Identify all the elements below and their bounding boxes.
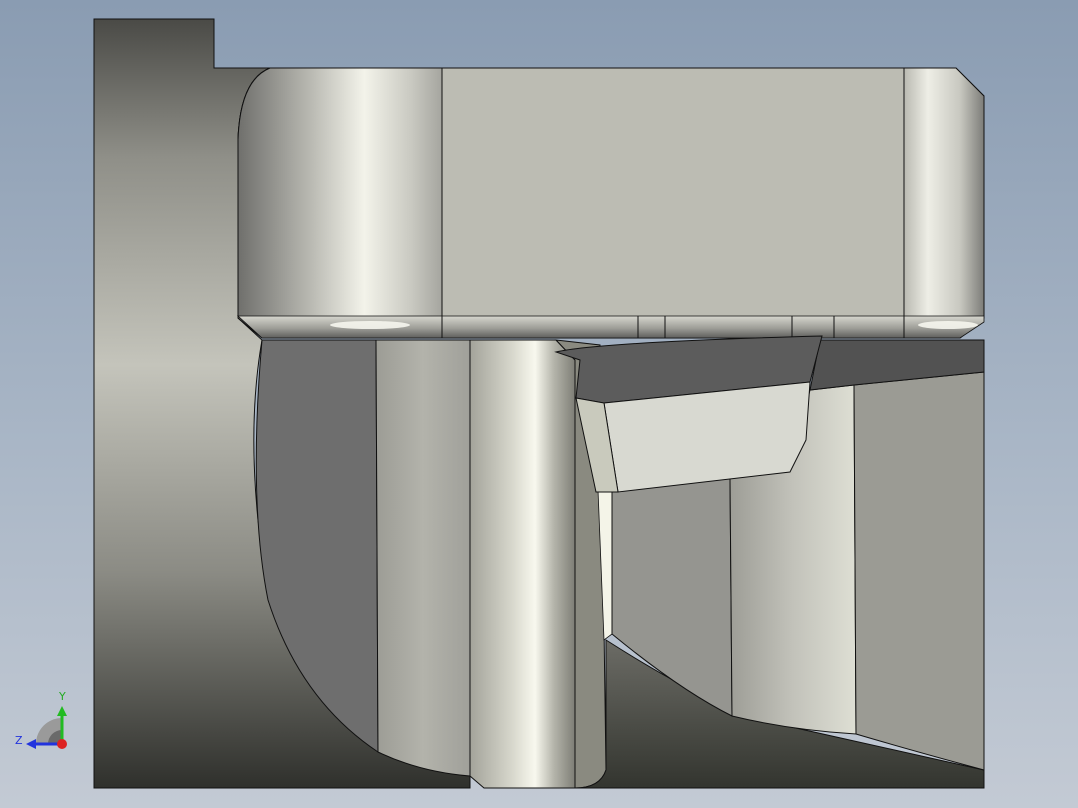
top-right-rounded-face[interactable] bbox=[903, 67, 985, 339]
fillet-highlight bbox=[330, 321, 410, 329]
top-left-rounded-face[interactable] bbox=[237, 67, 443, 339]
z-axis-arrow-icon bbox=[26, 739, 36, 749]
cad-model-canvas[interactable]: Y Z bbox=[0, 0, 1078, 808]
z-axis-label: Z bbox=[15, 734, 23, 747]
view-orientation-triad-icon[interactable]: Y Z bbox=[15, 690, 67, 749]
y-axis-arrow-icon bbox=[57, 706, 67, 716]
inner-wall-right[interactable] bbox=[853, 371, 985, 771]
fillet-highlight bbox=[918, 321, 978, 329]
x-axis-dot-icon bbox=[57, 739, 67, 749]
shaft-face[interactable] bbox=[469, 339, 576, 789]
bore-wall-face[interactable] bbox=[375, 339, 471, 777]
y-axis-label: Y bbox=[58, 690, 66, 703]
cad-3d-viewport[interactable]: Y Z bbox=[0, 0, 1078, 808]
